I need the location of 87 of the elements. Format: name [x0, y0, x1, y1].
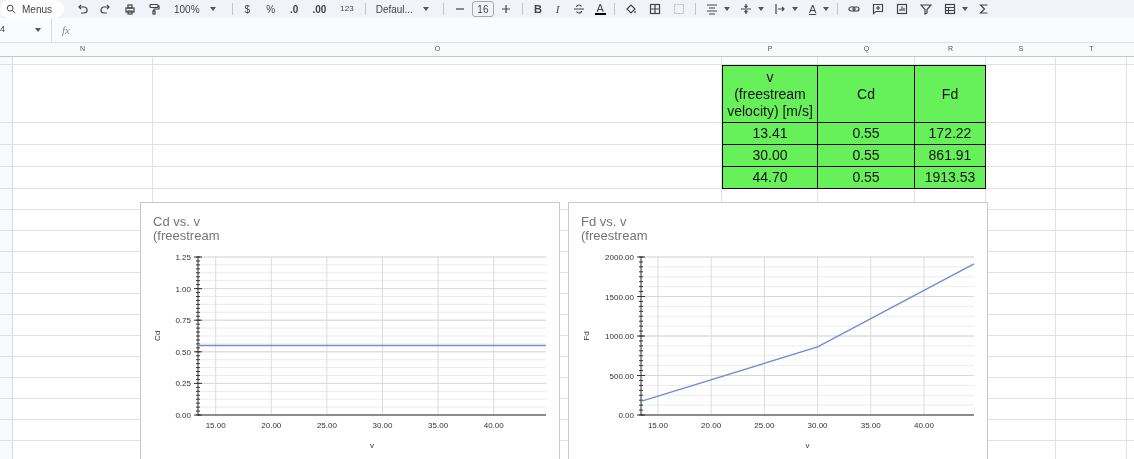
- dropdown-caret-icon[interactable]: [757, 7, 764, 11]
- y-tick-label: 0.00: [175, 411, 191, 420]
- table-cell: 172.22: [915, 123, 986, 145]
- menu-search-field[interactable]: Menus: [0, 0, 64, 18]
- increase-font-size-icon[interactable]: [499, 3, 512, 15]
- filter-views-icon[interactable]: [944, 3, 957, 15]
- merge-cells-icon[interactable]: [672, 3, 685, 15]
- x-tick-label: 20.00: [261, 421, 282, 430]
- x-tick-label: 25.00: [754, 421, 775, 430]
- decrease-decimal-button[interactable]: .0: [285, 1, 304, 17]
- dropdown-caret-icon[interactable]: [962, 7, 969, 11]
- zoom-level: 100%: [174, 2, 200, 17]
- x-tick-label: 35.00: [860, 421, 881, 430]
- x-tick-label: 35.00: [428, 421, 449, 430]
- x-tick-label: 30.00: [372, 421, 393, 430]
- y-tick-label: 0.75: [175, 316, 191, 326]
- dropdown-caret-icon[interactable]: [823, 7, 830, 11]
- search-icon[interactable]: [6, 4, 16, 14]
- bold-button[interactable]: B: [528, 0, 547, 18]
- y-tick-label: 1.00: [175, 284, 191, 294]
- function-label: fx: [62, 22, 70, 38]
- x-tick-label: 15.00: [647, 421, 668, 430]
- cell-reference: 4: [0, 23, 5, 37]
- fill-color-icon[interactable]: [624, 3, 637, 15]
- font-name: Defaul...: [375, 2, 413, 17]
- font-size-field[interactable]: 16: [471, 1, 494, 17]
- dropdown-caret-icon[interactable]: [35, 28, 41, 32]
- y-axis-label: Fd: [582, 331, 591, 341]
- percent-button[interactable]: %: [261, 1, 281, 17]
- table-cell: 13.41: [722, 123, 818, 145]
- y-tick-label: 1.25: [175, 253, 191, 262]
- chart-title: Cd vs. v (freestream: [153, 215, 220, 243]
- dropdown-caret-icon[interactable]: [723, 7, 730, 11]
- y-tick-label: 2000.00: [605, 253, 634, 262]
- x-tick-label: 20.00: [701, 421, 722, 430]
- table-header-cell: v (freestream velocity) [m/s]: [722, 65, 818, 123]
- redo-icon[interactable]: [100, 3, 112, 15]
- functions-icon[interactable]: [978, 3, 991, 15]
- y-axis-label: Cd: [153, 330, 162, 342]
- table-cell: 0.55: [818, 145, 915, 167]
- chart-title: Fd vs. v (freestream: [581, 215, 648, 243]
- font-dropdown[interactable]: Defaul...: [369, 1, 439, 17]
- y-tick-label: 500.00: [609, 371, 634, 381]
- undo-icon[interactable]: [76, 3, 88, 15]
- currency-button[interactable]: $: [239, 1, 256, 17]
- link-icon[interactable]: [848, 3, 861, 15]
- table-cell: 44.70: [722, 167, 818, 189]
- table-cell: 1913.53: [915, 167, 986, 189]
- paint-format-icon[interactable]: [148, 3, 160, 15]
- chart-card[interactable]: Cd vs. v (freestream 0.00 0.25 0.50 0.75 1.00 1.25 15.00 20.00 25.00 30.00 35.00 40.00 v Cd: [140, 202, 560, 459]
- x-tick-label: 15.00: [205, 421, 226, 430]
- y-tick-label: 1500.00: [605, 292, 634, 302]
- text-wrap-icon[interactable]: [773, 3, 786, 15]
- search-placeholder: Menus: [22, 2, 52, 17]
- table-header-cell: Fd: [915, 65, 986, 123]
- strikethrough-icon[interactable]: [572, 3, 585, 15]
- vertical-align-icon[interactable]: [739, 3, 752, 15]
- y-tick-label: 0.00: [618, 411, 634, 420]
- print-icon[interactable]: [124, 3, 136, 15]
- x-axis-label: v: [370, 441, 374, 450]
- table-cell: 0.55: [818, 167, 915, 189]
- x-axis-label: v: [805, 441, 810, 450]
- y-tick-label: 0.25: [175, 379, 191, 389]
- borders-icon[interactable]: [648, 3, 661, 15]
- dropdown-caret-icon[interactable]: [791, 7, 798, 11]
- chart-card[interactable]: Fd vs. v (freestream 0.00 500.00 1000.00 1500.00 2000.00 15.00 20.00 25.00 30.00 35.00 40.00 v Fd: [568, 202, 988, 459]
- x-tick-label: 40.00: [913, 421, 934, 430]
- table-cell: 0.55: [818, 123, 915, 145]
- y-tick-label: 1000.00: [605, 332, 634, 341]
- dropdown-caret-icon[interactable]: [422, 7, 429, 11]
- number-format-button[interactable]: 123: [335, 3, 359, 15]
- x-tick-label: 25.00: [316, 421, 337, 430]
- comment-icon[interactable]: [872, 3, 885, 15]
- italic-button[interactable]: I: [550, 0, 565, 18]
- chart-icon[interactable]: [896, 3, 909, 15]
- text-rotation-button[interactable]: A: [803, 0, 822, 18]
- x-tick-label: 40.00: [483, 421, 504, 430]
- zoom-dropdown[interactable]: 100%: [166, 1, 228, 17]
- increase-decimal-button[interactable]: .00: [307, 1, 332, 17]
- table-cell: 30.00: [722, 145, 818, 167]
- table-cell: 861.91: [915, 145, 986, 167]
- y-tick-label: 0.50: [175, 347, 191, 357]
- text-color-button[interactable]: A: [594, 3, 606, 15]
- dropdown-caret-icon[interactable]: [209, 7, 216, 11]
- x-tick-label: 30.00: [807, 421, 828, 430]
- filter-icon[interactable]: [920, 3, 933, 15]
- table-header-cell: Cd: [818, 65, 915, 123]
